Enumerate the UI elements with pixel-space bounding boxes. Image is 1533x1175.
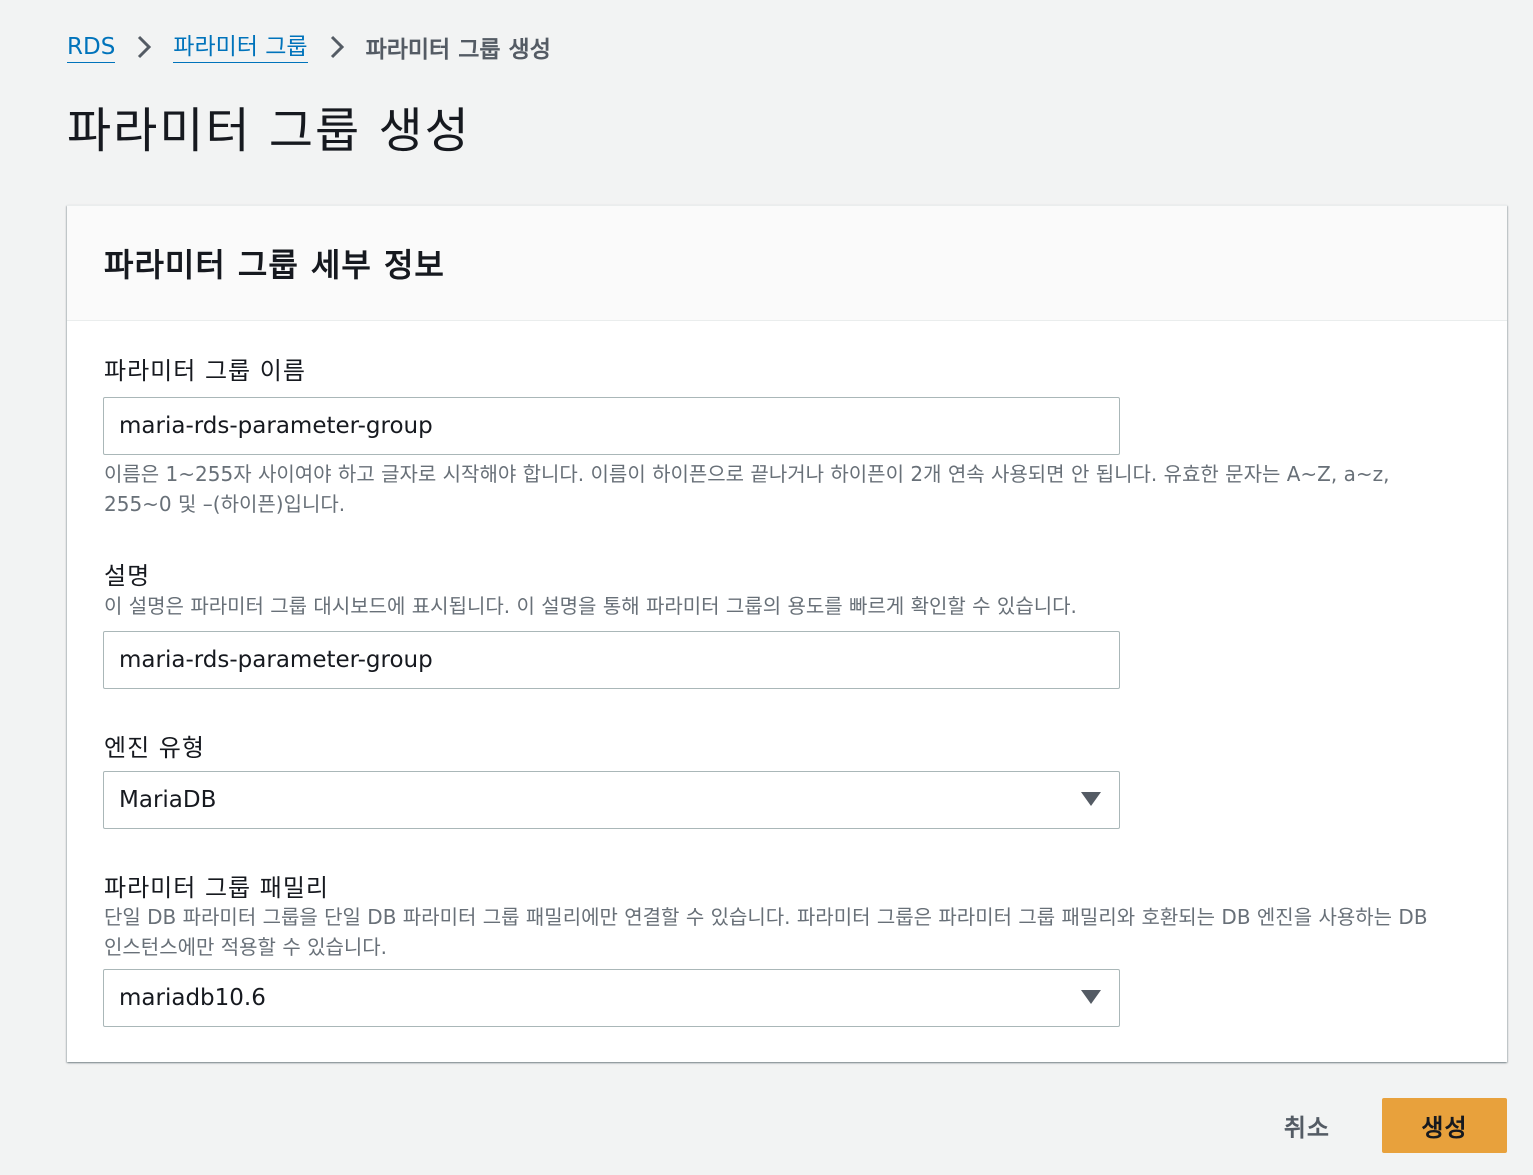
breadcrumb-rds-link[interactable]: RDS (67, 32, 116, 63)
engine-type-label: 엔진 유형 (104, 734, 205, 762)
panel-header: 파라미터 그룹 세부 정보 (67, 206, 1507, 321)
name-input-value: maria-rds-parameter-group (119, 413, 433, 439)
breadcrumb-parameter-groups-link[interactable]: 파라미터 그룹 (173, 32, 308, 63)
name-label: 파라미터 그룹 이름 (104, 357, 306, 385)
chevron-right-icon (115, 30, 173, 64)
page-title: 파라미터 그룹 생성 (67, 103, 471, 159)
family-label: 파라미터 그룹 패밀리 (104, 874, 329, 902)
description-help-text: 이 설명은 파라미터 그룹 대시보드에 표시됩니다. 이 설명을 통해 파라미터… (104, 594, 1077, 618)
breadcrumb-current: 파라미터 그룹 생성 (365, 37, 551, 63)
create-button[interactable]: 생성 (1382, 1098, 1507, 1153)
description-input-value: maria-rds-parameter-group (119, 647, 433, 673)
chevron-right-icon (308, 30, 366, 64)
family-selected: mariadb10.6 (119, 985, 266, 1011)
parameter-group-details-panel: 파라미터 그룹 세부 정보 파라미터 그룹 이름 maria-rds-param… (67, 205, 1507, 1062)
panel-title: 파라미터 그룹 세부 정보 (104, 246, 445, 284)
family-help-text: 단일 DB 파라미터 그룹을 단일 DB 파라미터 그룹 패밀리에만 연결할 수… (104, 905, 1428, 959)
engine-type-select[interactable]: MariaDB (103, 771, 1120, 829)
engine-type-selected: MariaDB (119, 787, 217, 813)
form-actions: 취소 생성 (1284, 1098, 1507, 1153)
breadcrumb: RDS 파라미터 그룹 파라미터 그룹 생성 (67, 30, 551, 64)
name-input[interactable]: maria-rds-parameter-group (103, 397, 1120, 455)
caret-down-icon (1081, 792, 1101, 806)
cancel-button[interactable]: 취소 (1284, 1098, 1382, 1153)
caret-down-icon (1081, 990, 1101, 1004)
description-label: 설명 (104, 562, 151, 590)
name-constraint-text: 이름은 1~255자 사이여야 하고 글자로 시작해야 합니다. 이름이 하이픈… (104, 462, 1390, 516)
family-select[interactable]: mariadb10.6 (103, 969, 1120, 1027)
description-input[interactable]: maria-rds-parameter-group (103, 631, 1120, 689)
